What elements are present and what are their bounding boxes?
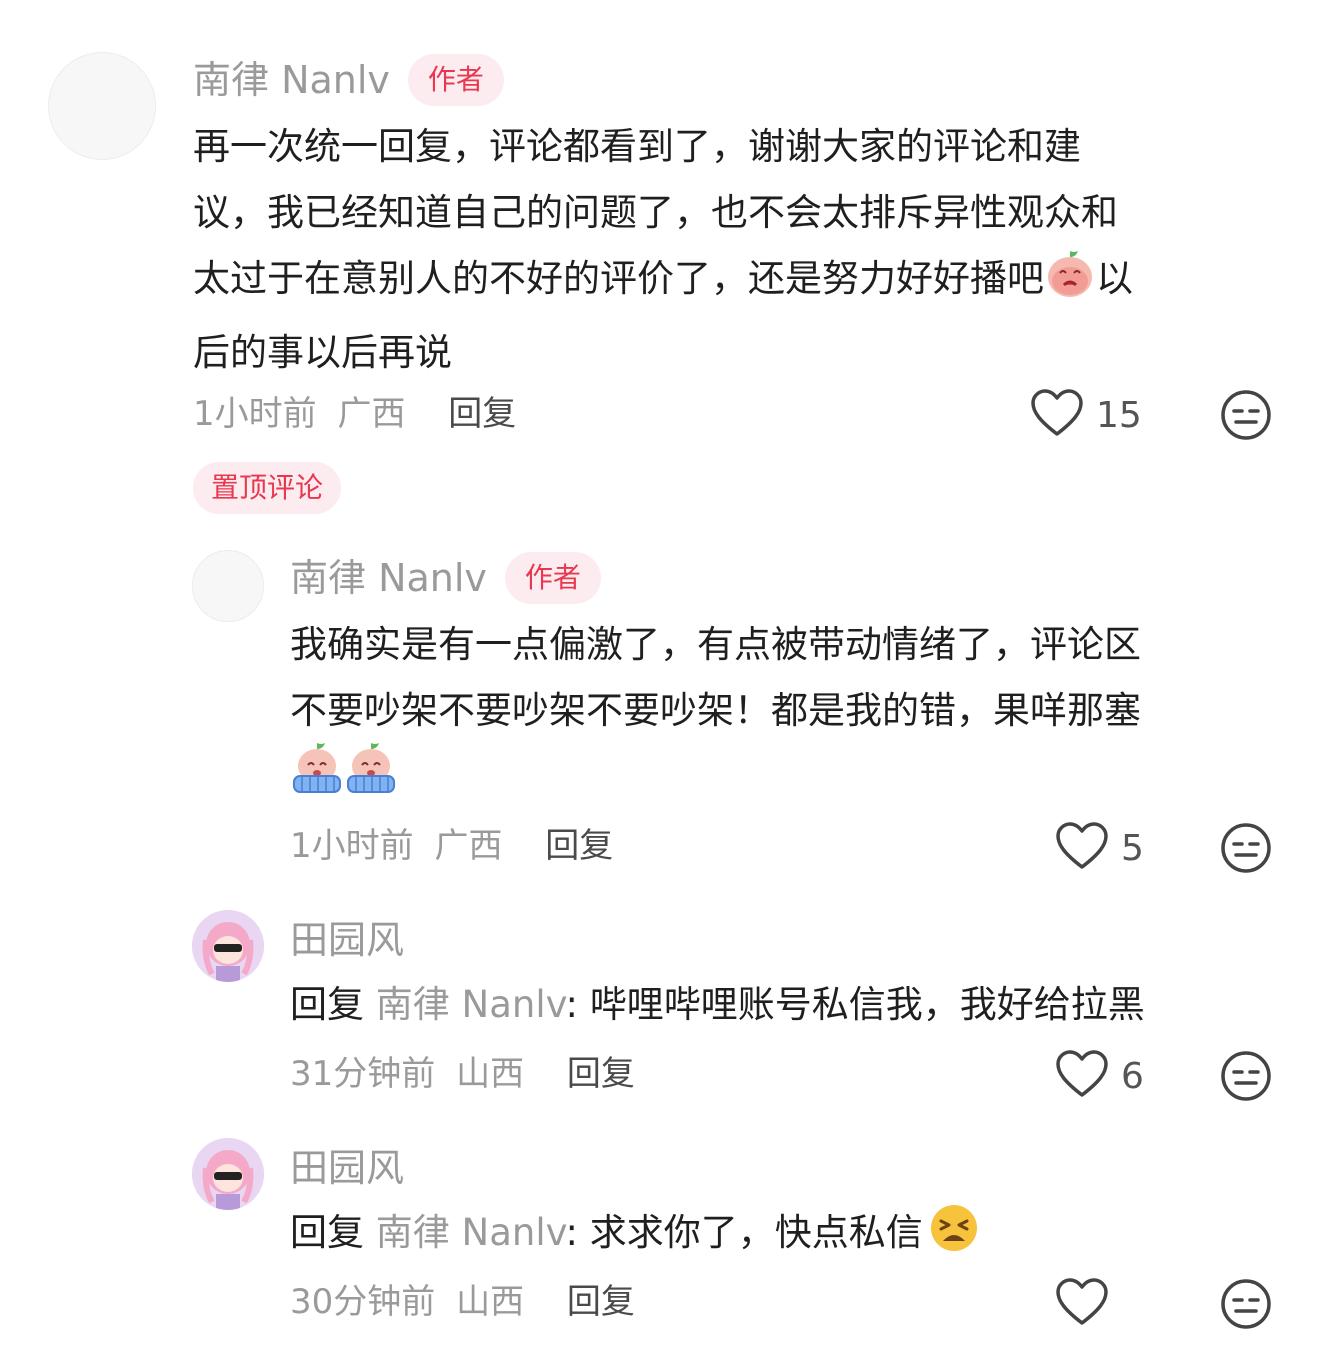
reply-target-username[interactable]: 南律 Nanlv (376, 983, 566, 1026)
comment-text: 回复 南律 Nanlv: 哔哩哔哩账号私信我，我好给拉黑 (290, 972, 1145, 1038)
pinned-badge: 置顶评论 (193, 462, 342, 514)
crying-peach-sticker-icon (290, 740, 344, 815)
timestamp: 31分钟前 (290, 1054, 436, 1094)
location: 广西 (337, 394, 406, 434)
comment-meta: 31分钟前 山西 回复 (290, 1050, 635, 1098)
like-count: 6 (1121, 1055, 1144, 1097)
username[interactable]: 南律 Nanlv (290, 552, 487, 604)
reply-button[interactable]: 回复 (448, 394, 516, 434)
heart-outline-icon (1055, 1049, 1109, 1103)
avatar[interactable] (192, 550, 264, 622)
reply-button[interactable]: 回复 (545, 826, 613, 866)
author-badge: 作者 (504, 552, 601, 604)
like-button[interactable]: 5 (1055, 818, 1144, 878)
heart-outline-icon (1030, 388, 1084, 442)
location: 山西 (456, 1054, 525, 1094)
like-button[interactable]: 6 (1055, 1046, 1144, 1106)
reply-target-username[interactable]: 南律 Nanlv (376, 1211, 566, 1254)
comment-text: 我确实是有一点偏激了，有点被带动情绪了，评论区 不要吵架不要吵架不要吵架！都是我… (290, 612, 1280, 810)
timestamp: 1小时前 (193, 394, 317, 434)
crying-peach-sticker-icon (344, 740, 398, 815)
author-badge: 作者 (407, 54, 504, 106)
reply-body: : 求求你了，快点私信 (565, 1211, 923, 1254)
meh-face-icon[interactable] (1220, 389, 1272, 445)
like-count: 15 (1096, 394, 1142, 436)
avatar[interactable] (192, 910, 264, 982)
username[interactable]: 田园风 (290, 1142, 404, 1194)
reply-button[interactable]: 回复 (567, 1054, 635, 1094)
meh-face-icon[interactable] (1220, 822, 1272, 878)
comment-meta: 1小时前 广西 回复 (290, 822, 613, 870)
username[interactable]: 南律 Nanlv (193, 54, 390, 106)
like-count: 5 (1121, 827, 1144, 869)
like-button[interactable]: 15 (1030, 385, 1142, 445)
like-button[interactable] (1055, 1274, 1121, 1334)
avatar[interactable] (192, 1138, 264, 1210)
comment-text: 再一次统一回复，评论都看到了，谢谢大家的评论和建 议，我已经知道自己的问题了，也… (193, 125, 1133, 374)
heart-outline-icon (1055, 1277, 1109, 1331)
avatar[interactable] (48, 52, 156, 160)
reply-button[interactable]: 回复 (567, 1282, 635, 1322)
comment-meta: 1小时前 广西 回复 (193, 390, 516, 438)
meh-face-icon[interactable] (1220, 1050, 1272, 1106)
reply-prefix: 回复 (290, 983, 364, 1026)
location: 山西 (456, 1282, 525, 1322)
reply-prefix: 回复 (290, 1211, 364, 1254)
location: 广西 (434, 826, 503, 866)
heart-outline-icon (1055, 821, 1109, 875)
meh-face-icon[interactable] (1220, 1278, 1272, 1334)
timestamp: 1小时前 (290, 826, 414, 866)
comment-meta: 30分钟前 山西 回复 (290, 1278, 635, 1326)
tired-face-emoji (929, 1203, 979, 1274)
peach-sticker-icon (1044, 247, 1096, 320)
comment-text: 回复 南律 Nanlv: 求求你了，快点私信 (290, 1200, 979, 1274)
username[interactable]: 田园风 (290, 914, 404, 966)
reply-body: : 哔哩哔哩账号私信我，我好给拉黑 (565, 983, 1145, 1026)
timestamp: 30分钟前 (290, 1282, 436, 1322)
